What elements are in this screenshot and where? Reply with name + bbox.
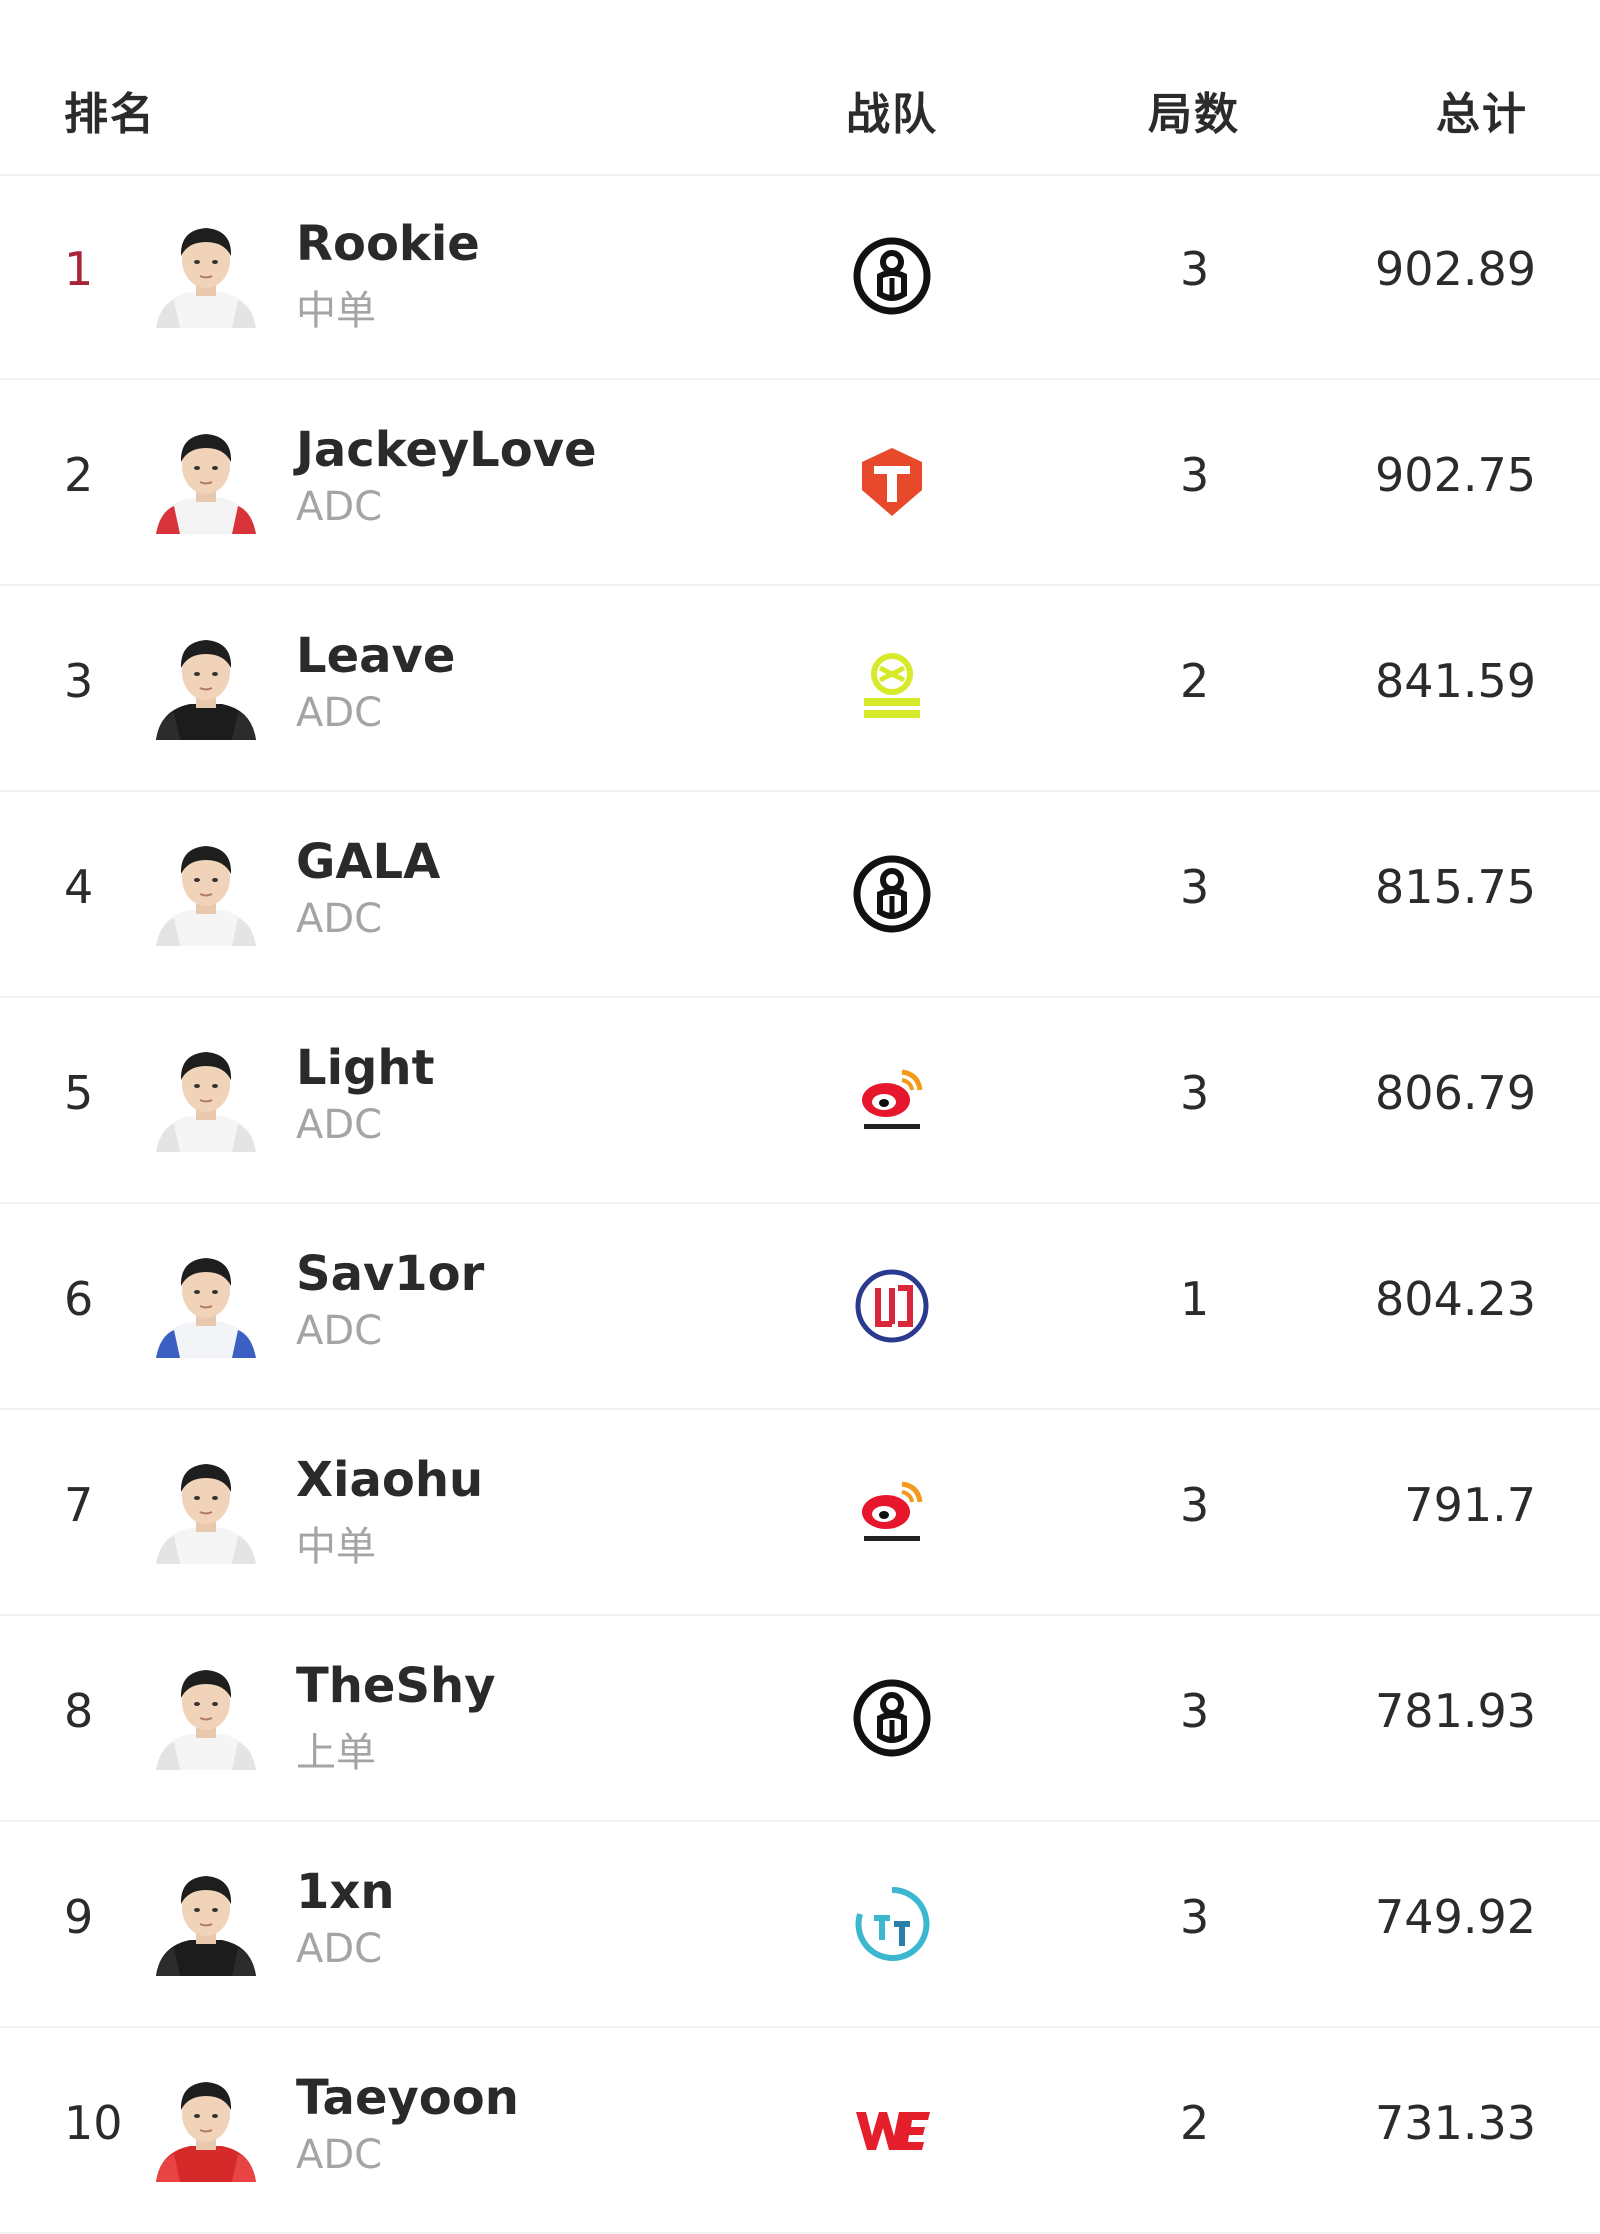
games-count: 3 bbox=[1180, 1066, 1210, 1120]
player-role: ADC bbox=[296, 1308, 383, 1354]
total-score: 815.75 bbox=[1375, 860, 1536, 914]
games-count: 2 bbox=[1180, 654, 1210, 708]
games-count: 3 bbox=[1180, 860, 1210, 914]
games-count: 3 bbox=[1180, 242, 1210, 296]
total-score: 902.89 bbox=[1375, 242, 1536, 296]
player-row[interactable]: 2 JackeyLove ADC 3 902.75 bbox=[0, 380, 1600, 586]
ranking-page: 排名 战队 局数 总计 1 Rookie 中单 3 902.89 2 JackeyLove A… bbox=[0, 0, 1600, 2234]
player-name: JackeyLove bbox=[296, 422, 597, 478]
rank-column-header: 排名 bbox=[64, 89, 156, 140]
lgd-logo-icon bbox=[852, 1266, 932, 1346]
player-name: Taeyoon bbox=[296, 2070, 519, 2126]
player-avatar bbox=[150, 1864, 262, 1976]
player-avatar bbox=[150, 1658, 262, 1770]
we-logo-icon bbox=[852, 2090, 932, 2170]
total-column-header: 总计 bbox=[1436, 89, 1528, 140]
player-role: ADC bbox=[296, 1926, 383, 1972]
player-role: ADC bbox=[296, 2132, 383, 2178]
player-avatar bbox=[150, 422, 262, 534]
player-name: Xiaohu bbox=[296, 1452, 484, 1508]
ig-logo-icon bbox=[852, 854, 932, 934]
player-avatar bbox=[150, 834, 262, 946]
games-count: 3 bbox=[1180, 1890, 1210, 1944]
player-row[interactable]: 5 Light ADC 3 806.79 bbox=[0, 998, 1600, 1204]
player-name: GALA bbox=[296, 834, 441, 890]
player-avatar bbox=[150, 628, 262, 740]
player-avatar bbox=[150, 1246, 262, 1358]
player-name: Light bbox=[296, 1040, 435, 1096]
games-count: 2 bbox=[1180, 2096, 1210, 2150]
total-score: 749.92 bbox=[1375, 1890, 1536, 1944]
player-name: 1xn bbox=[296, 1864, 395, 1920]
rank-number: 10 bbox=[64, 2096, 123, 2150]
rank-number: 4 bbox=[64, 860, 94, 914]
rank-number: 6 bbox=[64, 1272, 94, 1326]
player-avatar bbox=[150, 1040, 262, 1152]
table-header: 排名 战队 局数 总计 bbox=[0, 0, 1600, 176]
games-count: 1 bbox=[1180, 1272, 1210, 1326]
player-role: 上单 bbox=[296, 1730, 376, 1776]
player-name: TheShy bbox=[296, 1658, 496, 1714]
rank-number: 1 bbox=[64, 242, 94, 296]
player-row[interactable]: 8 TheShy 上单 3 781.93 bbox=[0, 1616, 1600, 1822]
rank-number: 8 bbox=[64, 1684, 94, 1738]
player-row[interactable]: 3 Leave ADC 2 841.59 bbox=[0, 586, 1600, 792]
games-column-header: 局数 bbox=[1148, 89, 1240, 140]
player-row[interactable]: 10 Taeyoon ADC 2 731.33 bbox=[0, 2028, 1600, 2234]
total-score: 781.93 bbox=[1375, 1684, 1536, 1738]
player-avatar bbox=[150, 1452, 262, 1564]
ig-logo-icon bbox=[852, 236, 932, 316]
rank-number: 2 bbox=[64, 448, 94, 502]
games-count: 3 bbox=[1180, 1684, 1210, 1738]
player-row[interactable]: 1 Rookie 中单 3 902.89 bbox=[0, 174, 1600, 380]
total-score: 841.59 bbox=[1375, 654, 1536, 708]
player-name: Leave bbox=[296, 628, 456, 684]
weibo-gaming-logo-icon bbox=[852, 1060, 932, 1140]
rank-number: 3 bbox=[64, 654, 94, 708]
player-name: Rookie bbox=[296, 216, 480, 272]
player-name: Sav1or bbox=[296, 1246, 485, 1302]
total-score: 806.79 bbox=[1375, 1066, 1536, 1120]
player-row[interactable]: 6 Sav1or ADC 1 804.23 bbox=[0, 1204, 1600, 1410]
player-role: ADC bbox=[296, 1102, 383, 1148]
ninjas-logo-icon bbox=[852, 648, 932, 728]
player-role: ADC bbox=[296, 484, 383, 530]
tt-logo-icon bbox=[852, 1884, 932, 1964]
player-avatar bbox=[150, 216, 262, 328]
ranking-list: 1 Rookie 中单 3 902.89 2 JackeyLove ADC 3 902.75 3 Le… bbox=[0, 174, 1600, 2234]
games-count: 3 bbox=[1180, 1478, 1210, 1532]
rank-number: 5 bbox=[64, 1066, 94, 1120]
ig-logo-icon bbox=[852, 1678, 932, 1758]
player-role: 中单 bbox=[296, 288, 376, 334]
player-row[interactable]: 4 GALA ADC 3 815.75 bbox=[0, 792, 1600, 998]
player-row[interactable]: 7 Xiaohu 中单 3 791.7 bbox=[0, 1410, 1600, 1616]
tes-logo-icon bbox=[852, 442, 932, 522]
weibo-gaming-logo-icon bbox=[852, 1472, 932, 1552]
total-score: 804.23 bbox=[1375, 1272, 1536, 1326]
total-score: 791.7 bbox=[1404, 1478, 1536, 1532]
rank-number: 9 bbox=[64, 1890, 94, 1944]
player-row[interactable]: 9 1xn ADC 3 749.92 bbox=[0, 1822, 1600, 2028]
player-avatar bbox=[150, 2070, 262, 2182]
team-column-header: 战队 bbox=[846, 89, 938, 140]
player-role: ADC bbox=[296, 690, 383, 736]
player-role: ADC bbox=[296, 896, 383, 942]
player-role: 中单 bbox=[296, 1524, 376, 1570]
games-count: 3 bbox=[1180, 448, 1210, 502]
total-score: 731.33 bbox=[1375, 2096, 1536, 2150]
rank-number: 7 bbox=[64, 1478, 94, 1532]
total-score: 902.75 bbox=[1375, 448, 1536, 502]
